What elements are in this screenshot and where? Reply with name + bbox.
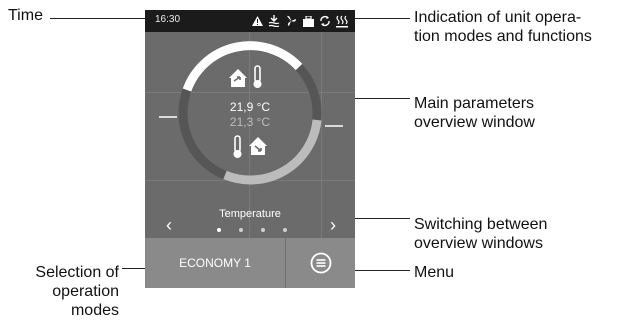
leader-line-time (50, 18, 145, 19)
filter-icon[interactable] (301, 13, 315, 29)
previous-window-button[interactable]: ‹ (161, 215, 177, 235)
house-supply-icon (229, 69, 247, 87)
annotation-switching-line-2: overview windows (414, 235, 543, 252)
fan-icon[interactable] (284, 13, 298, 29)
status-bar: 16:30 (145, 10, 355, 32)
annotation-switching-line-1: Switching between (414, 216, 548, 233)
leader-line-switching (348, 218, 410, 219)
annotation-main-parameters-line-1: Main parameters (414, 95, 535, 112)
main-parameters-window[interactable]: 21,9 °C 21,3 °C Temperature ‹ › (145, 32, 355, 238)
annotation-selection-line-2: operation (52, 283, 119, 300)
page-indicator (217, 228, 287, 232)
annotation-selection: Selection of operation modes (14, 263, 119, 320)
menu-button[interactable] (286, 238, 355, 288)
overview-window-title: Temperature (219, 208, 281, 220)
operation-mode-button[interactable]: ECONOMY 1 (145, 238, 285, 288)
annotation-switching: Switching between overview windows (414, 215, 547, 253)
clock-time[interactable]: 16:30 (155, 14, 180, 25)
annotation-indication-line-1: Indication of unit opera- (414, 9, 582, 26)
annotation-selection-line-1: Selection of (35, 264, 119, 281)
leader-line-menu (348, 270, 410, 271)
control-panel-device: 16:30 21,9 °C 21,3 °C Temperature ‹ › EC… (145, 10, 355, 288)
next-window-button[interactable]: › (325, 215, 341, 235)
annotation-main-parameters-line-2: overview window (414, 114, 535, 131)
house-extract-icon (249, 137, 267, 155)
menu-icon (310, 252, 331, 274)
annotation-menu: Menu (414, 264, 455, 281)
annotation-selection-line-3: modes (70, 302, 119, 319)
page-dot[interactable] (239, 228, 243, 232)
page-dot[interactable] (217, 228, 221, 232)
heater-icon[interactable] (335, 13, 349, 29)
warning-icon[interactable] (250, 13, 264, 29)
annotation-indication-line-2: tion modes and functions (414, 28, 592, 45)
annotation-time: Time (8, 7, 43, 24)
status-icons (250, 13, 349, 29)
page-dot[interactable] (283, 228, 287, 232)
recycle-icon[interactable] (318, 13, 332, 29)
operation-mode-label: ECONOMY 1 (179, 256, 251, 270)
extract-temperature-value: 21,3 °C (229, 115, 271, 129)
supply-temperature-value: 21,9 °C (229, 100, 271, 114)
heat-exchanger-icon[interactable] (267, 13, 281, 29)
annotation-main-parameters: Main parameters overview window (414, 94, 535, 132)
thermometer-icon (233, 135, 242, 158)
annotation-indication: Indication of unit opera- tion modes and… (414, 8, 592, 46)
thermometer-icon (253, 65, 262, 88)
bottom-bar: ECONOMY 1 (145, 238, 355, 288)
page-dot[interactable] (261, 228, 265, 232)
leader-line-indication (355, 18, 410, 19)
